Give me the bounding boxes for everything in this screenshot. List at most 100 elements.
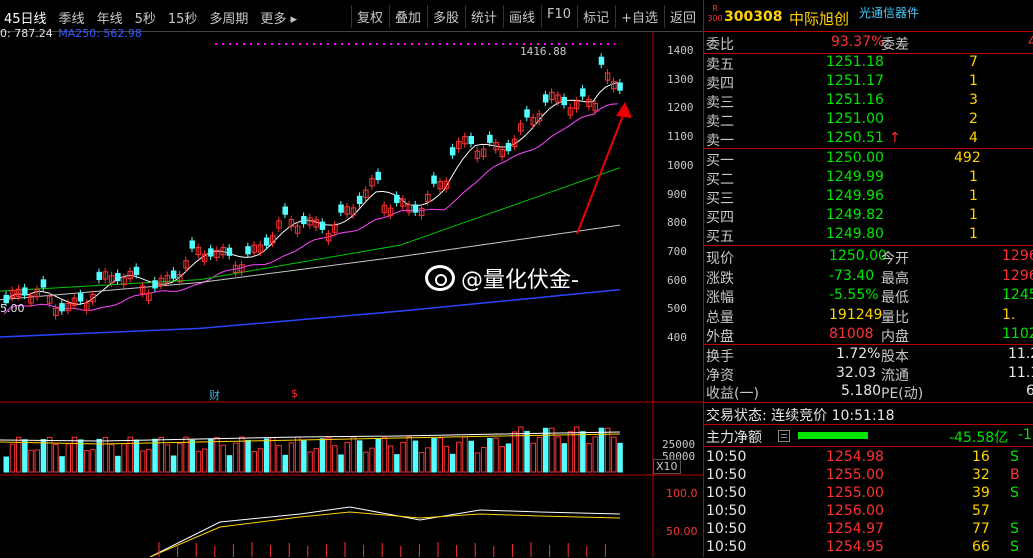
candle-body xyxy=(338,204,344,213)
back-button[interactable]: 返回 xyxy=(663,5,701,28)
stat-value: 191249 xyxy=(829,306,883,323)
divider xyxy=(704,446,1033,447)
bid-row[interactable]: 买四 1249.82 1 xyxy=(706,206,1033,226)
mark-button[interactable]: 标记 xyxy=(577,5,614,28)
menu-icon[interactable] xyxy=(778,430,790,442)
volume-bar xyxy=(263,438,270,473)
tick-row[interactable]: 10:50 1254.97 77 S xyxy=(706,520,1033,540)
candle-body xyxy=(617,82,623,91)
ask-row[interactable]: 卖四 1251.17 1 xyxy=(706,72,1033,92)
stock-name[interactable]: 中际旭创 xyxy=(789,8,849,29)
stat-value-2: 1. xyxy=(1002,306,1016,323)
tick-row[interactable]: 10:50 1256.00 57 xyxy=(706,502,1033,522)
ask-row[interactable]: 卖三 1251.16 3 xyxy=(706,91,1033,111)
kline-chart[interactable] xyxy=(0,32,703,557)
bid-label: 买一 xyxy=(706,153,734,169)
stat-row[interactable]: 净资32.03流通11.1 xyxy=(706,364,1033,384)
tab-5sec[interactable]: 5秒 xyxy=(135,8,156,27)
price-tick: 700 xyxy=(667,244,687,258)
add-watchlist-button[interactable]: +自选 xyxy=(615,5,663,28)
stock-code[interactable]: 300308 xyxy=(724,9,782,25)
stat-row[interactable]: 涨跌 -73.40 最高 1296. xyxy=(706,267,1033,287)
ask-volume: 4 xyxy=(969,130,978,146)
price-tick: 900 xyxy=(667,187,687,201)
candle-body xyxy=(524,109,530,118)
tool-buttons: 复权 叠加 多股 统计 画线 F10 标记 +自选 返回 xyxy=(350,5,701,28)
bid-row[interactable]: 买五 1249.80 1 xyxy=(706,225,1033,245)
candle-body xyxy=(226,247,233,256)
industry-tag[interactable]: 光通信器件 xyxy=(859,4,919,21)
candle-body xyxy=(356,195,363,204)
ma-legend-value: 0: 787.24 xyxy=(0,27,53,40)
ask-price: 1251.18 xyxy=(826,54,884,70)
kline-chart-area[interactable]: 0: 787.24 MA250: 562.98 1416.88 5.00 140… xyxy=(0,27,703,557)
tab-15sec[interactable]: 15秒 xyxy=(168,8,198,27)
restore-rights-button[interactable]: 复权 xyxy=(350,5,388,28)
candle-body xyxy=(152,280,158,289)
candle-body xyxy=(96,271,102,281)
tick-row[interactable]: 10:50 1254.98 16 S xyxy=(706,448,1033,468)
multi-stock-button[interactable]: 多股 xyxy=(426,5,464,28)
candle-body xyxy=(282,206,288,215)
tick-row[interactable]: 10:50 1254.95 66 S xyxy=(706,538,1033,558)
bid-label: 买四 xyxy=(706,210,734,226)
volume-bar xyxy=(499,446,505,473)
candle-body xyxy=(375,171,381,181)
stat-row[interactable]: 现价 1250.00今开 1296. xyxy=(706,247,1033,267)
candle-body xyxy=(431,175,437,184)
tick-volume: 16 xyxy=(972,449,990,465)
event-marker[interactable]: $ xyxy=(291,387,298,400)
tab-45day[interactable]: 45日线 xyxy=(4,8,47,27)
ask-label: 卖二 xyxy=(706,114,734,130)
ma250-legend: MA250: 562.98 xyxy=(58,27,142,40)
tick-row[interactable]: 10:50 1255.00 32 B xyxy=(706,466,1033,486)
ask-row[interactable]: 卖一 1250.51 4 ↑ xyxy=(706,129,1033,149)
volume-bar xyxy=(561,443,567,473)
indicator-tick-50: 50.00 xyxy=(666,525,698,538)
draw-line-button[interactable]: 画线 xyxy=(503,5,540,28)
trade-status-row: 交易状态: 连续竞价 10:51:18 xyxy=(706,404,1033,424)
divider xyxy=(704,245,1033,246)
f10-button[interactable]: F10 xyxy=(541,5,576,28)
price-tick: 500 xyxy=(667,302,687,316)
tick-side: S xyxy=(1010,449,1019,465)
statistics-button[interactable]: 统计 xyxy=(465,5,502,28)
stat-row[interactable]: 总量 191249 量比 1. xyxy=(706,306,1033,326)
stat-value-2: 1296. xyxy=(1002,267,1033,284)
tab-quarter[interactable]: 季线 xyxy=(59,8,85,27)
volume-bar xyxy=(363,451,369,473)
volume-bar xyxy=(425,447,431,473)
tab-year[interactable]: 年线 xyxy=(97,8,123,27)
stat-value-2: 1245. xyxy=(1002,287,1033,303)
volume-bar xyxy=(71,436,78,473)
volume-bar xyxy=(208,438,214,473)
tab-more[interactable]: 更多 ▸ xyxy=(260,8,297,27)
tick-side: S xyxy=(1010,539,1019,555)
annotation-arrow xyxy=(576,109,626,235)
bid-row[interactable]: 买二 1249.99 1 xyxy=(706,168,1033,188)
stat-row[interactable]: 涨幅 -5.55%最低 1245. xyxy=(706,286,1033,306)
stat-row[interactable]: 收益(一) 5.180 PE(动) 6 xyxy=(706,382,1033,402)
bid-volume: 1 xyxy=(969,207,978,223)
bid-row[interactable]: 买三 1249.96 1 xyxy=(706,187,1033,207)
volume-bar xyxy=(189,439,195,473)
candle-body xyxy=(394,194,400,204)
divider xyxy=(704,402,1033,403)
volume-bar xyxy=(580,431,586,473)
candle-body xyxy=(59,303,65,312)
candle-body xyxy=(115,273,121,282)
bid-row[interactable]: 买一 1250.00 492 xyxy=(706,149,1033,169)
stat-row[interactable]: 外盘 81008 内盘 1102 xyxy=(706,325,1033,345)
ask-row[interactable]: 卖二 1251.00 2 xyxy=(706,110,1033,130)
tab-multi-period[interactable]: 多周期 xyxy=(209,8,248,27)
stat-row[interactable]: 换手1.72%股本11.2 xyxy=(706,345,1033,365)
tick-row[interactable]: 10:50 1255.00 39 S xyxy=(706,484,1033,504)
market-badge: R 300 xyxy=(706,4,724,24)
ask-row[interactable]: 卖五 1251.18 7 xyxy=(706,53,1033,73)
ma-legend: 0: 787.24 MA250: 562.98 xyxy=(0,27,142,40)
volume-bar xyxy=(226,455,233,473)
finance-marker[interactable]: 财 xyxy=(209,387,220,403)
weibo-icon xyxy=(425,265,455,291)
bid-label: 买二 xyxy=(706,172,734,188)
overlay-button[interactable]: 叠加 xyxy=(388,5,426,28)
